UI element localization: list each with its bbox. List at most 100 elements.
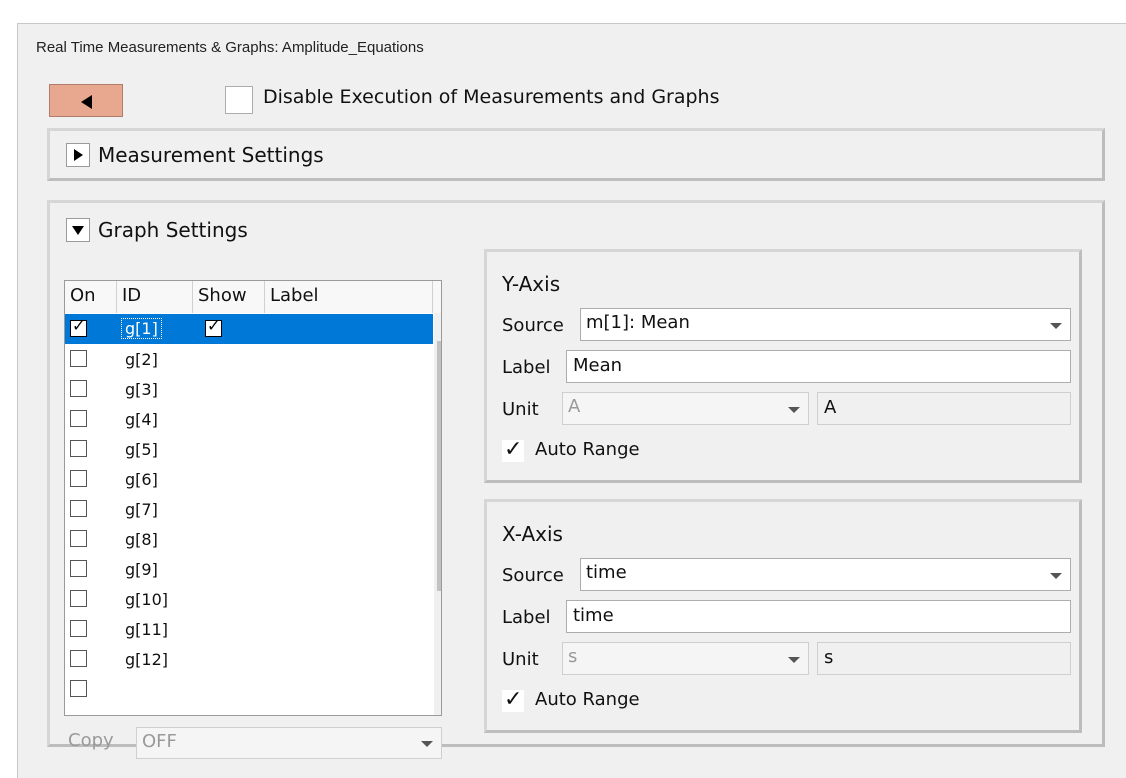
expand-right-icon[interactable] [66, 143, 90, 167]
table-row[interactable]: g[2] [65, 344, 433, 374]
y-unit-label: Unit [502, 399, 539, 420]
row-on-checkbox[interactable] [70, 680, 87, 697]
y-label-value: Mean [573, 355, 623, 376]
y-label-label: Label [502, 357, 551, 378]
y-unit-select[interactable]: A [562, 392, 809, 425]
table-row[interactable]: g[11] [65, 614, 433, 644]
row-on-checkbox[interactable] [70, 410, 87, 427]
copy-label: Copy [68, 730, 114, 751]
table-row[interactable]: g[5] [65, 434, 433, 464]
y-unit-value: A [568, 396, 581, 417]
column-header-show[interactable]: Show [193, 281, 265, 313]
table-row[interactable]: ✓ g[1] ✓ [65, 314, 433, 344]
window: Real Time Measurements & Graphs: Amplitu… [17, 23, 1126, 778]
y-auto-range-label: Auto Range [535, 439, 640, 460]
x-unit-value: s [568, 646, 578, 667]
check-icon: ✓ [504, 687, 523, 712]
row-id: g[10] [125, 590, 168, 609]
row-id: g[2] [125, 350, 158, 369]
row-id: g[3] [125, 380, 158, 399]
row-on-checkbox[interactable] [70, 440, 87, 457]
y-source-select[interactable]: m[1]: Mean [580, 308, 1071, 341]
table-header: On ID Show Label [65, 281, 441, 313]
column-header-label[interactable]: Label [265, 281, 433, 313]
row-on-checkbox[interactable] [70, 500, 87, 517]
row-id: g[1] [121, 318, 162, 339]
x-source-select[interactable]: time [580, 558, 1071, 591]
copy-select[interactable]: OFF [136, 727, 442, 759]
row-id: g[11] [125, 620, 168, 639]
measurement-settings-group: Measurement Settings [47, 128, 1105, 181]
row-on-checkbox[interactable] [70, 470, 87, 487]
measurement-settings-label[interactable]: Measurement Settings [98, 143, 324, 167]
row-id: g[6] [125, 470, 158, 489]
row-on-checkbox[interactable] [70, 350, 87, 367]
back-button[interactable] [49, 84, 123, 117]
row-id: g[7] [125, 500, 158, 519]
row-on-checkbox[interactable] [70, 590, 87, 607]
x-axis-group: X-Axis Source time Label time Unit s s ✓… [484, 499, 1082, 733]
disable-execution-label: Disable Execution of Measurements and Gr… [263, 86, 720, 108]
table-row[interactable]: g[7] [65, 494, 433, 524]
graph-table[interactable]: On ID Show Label ✓ g[1] ✓ g[2] g[3] g[4] g[5] g… [64, 280, 442, 716]
chevron-down-icon [1050, 573, 1062, 579]
x-unit-select[interactable]: s [562, 642, 809, 675]
graph-settings-label[interactable]: Graph Settings [98, 218, 248, 242]
y-axis-title: Y-Axis [502, 272, 561, 296]
row-on-checkbox[interactable] [70, 530, 87, 547]
column-header-id[interactable]: ID [117, 281, 193, 313]
x-unit-label: Unit [502, 649, 539, 670]
check-icon: ✓ [72, 316, 86, 335]
row-on-checkbox[interactable] [70, 620, 87, 637]
scroll-up-icon[interactable]: ∧ [438, 321, 441, 335]
check-icon: ✓ [207, 316, 221, 335]
chevron-down-icon [788, 407, 800, 413]
x-auto-range-checkbox[interactable]: ✓ [502, 687, 524, 712]
chevron-down-icon [1050, 323, 1062, 329]
check-icon: ✓ [504, 437, 523, 462]
table-row[interactable]: g[8] [65, 524, 433, 554]
vertical-scrollbar[interactable]: ∧ ∨ [434, 313, 441, 715]
y-axis-group: Y-Axis Source m[1]: Mean Label Mean Unit… [484, 249, 1082, 483]
x-auto-range-label: Auto Range [535, 689, 640, 710]
copy-select-value: OFF [142, 731, 177, 752]
row-id: g[8] [125, 530, 158, 549]
collapse-down-icon[interactable] [66, 218, 90, 242]
x-source-label: Source [502, 565, 564, 586]
column-header-on[interactable]: On [65, 281, 117, 313]
scroll-thumb[interactable] [437, 341, 441, 591]
row-on-checkbox[interactable] [70, 560, 87, 577]
row-id: g[4] [125, 410, 158, 429]
x-label-value: time [573, 605, 614, 626]
y-source-value: m[1]: Mean [586, 312, 690, 333]
y-label-input[interactable]: Mean [566, 350, 1071, 383]
x-axis-title: X-Axis [502, 522, 563, 546]
row-id: g[9] [125, 560, 158, 579]
x-source-value: time [586, 562, 627, 583]
x-unit-display: s [817, 642, 1071, 675]
x-label-input[interactable]: time [566, 600, 1071, 633]
table-row[interactable]: g[12] [65, 644, 433, 674]
y-unit-display-value: A [824, 397, 837, 418]
chevron-down-icon [421, 741, 433, 747]
table-row[interactable] [65, 674, 433, 704]
row-on-checkbox[interactable]: ✓ [70, 316, 87, 337]
y-unit-display: A [817, 392, 1071, 425]
row-on-checkbox[interactable] [70, 650, 87, 667]
row-id: g[12] [125, 650, 168, 669]
row-on-checkbox[interactable] [70, 380, 87, 397]
table-row[interactable]: g[10] [65, 584, 433, 614]
table-row[interactable]: g[3] [65, 374, 433, 404]
row-show-checkbox[interactable]: ✓ [205, 316, 222, 337]
table-row[interactable]: g[9] [65, 554, 433, 584]
x-unit-display-value: s [824, 647, 834, 668]
table-row[interactable]: g[6] [65, 464, 433, 494]
chevron-down-icon [788, 657, 800, 663]
y-auto-range-checkbox[interactable]: ✓ [502, 437, 524, 462]
disable-execution-checkbox[interactable] [225, 86, 253, 114]
triangle-left-icon [81, 95, 92, 109]
x-label-label: Label [502, 607, 551, 628]
row-id: g[5] [125, 440, 158, 459]
table-row[interactable]: g[4] [65, 404, 433, 434]
scroll-down-icon[interactable]: ∨ [438, 691, 441, 705]
